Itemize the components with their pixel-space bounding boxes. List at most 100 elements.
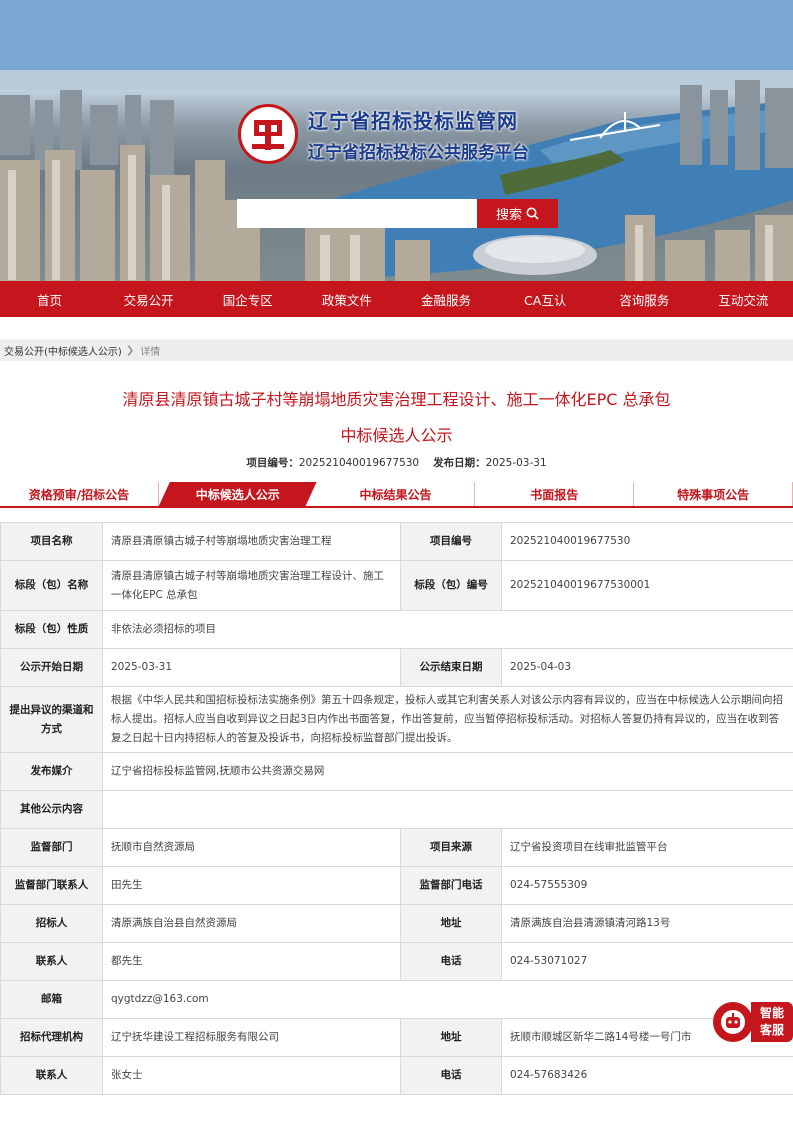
end-date-label: 公示结束日期 — [400, 648, 502, 687]
table-row: 标段（包）名称 清原县清原镇古城子村等崩塌地质灾害治理工程设计、施工一体化EPC… — [0, 560, 793, 611]
search-input[interactable] — [237, 199, 477, 228]
agency-phone: 024-57683426 — [501, 1056, 793, 1095]
agency-label: 招标代理机构 — [0, 1018, 103, 1057]
page-subtitle: 中标候选人公示 — [340, 426, 453, 445]
other-label: 其他公示内容 — [0, 790, 103, 829]
smart-service-line1: 智能 — [759, 1006, 784, 1020]
breadcrumb: 交易公开(中标候选人公示) ❯ 详情 — [0, 339, 793, 361]
phone-label: 电话 — [400, 942, 502, 981]
sup-phone: 024-57555309 — [501, 866, 793, 905]
emblem-icon — [238, 104, 298, 164]
table-row: 公示开始日期 2025-03-31 公示结束日期 2025-04-03 — [0, 648, 793, 687]
project-no: 202521040019677530 — [298, 457, 420, 469]
objection-label: 提出异议的渠道和方式 — [0, 686, 103, 753]
agency-phone-label: 电话 — [400, 1056, 502, 1095]
tab-special-notice[interactable]: 特殊事项公告 — [634, 482, 793, 506]
table-row: 监督部门联系人 田先生 监督部门电话 024-57555309 — [0, 866, 793, 905]
supervisor-label: 监督部门 — [0, 828, 103, 867]
nav-item-transactions[interactable]: 交易公开 — [99, 281, 198, 317]
header-banner: 辽宁省招标投标监管网 辽宁省招标投标公共服务平台 搜索 — [0, 0, 793, 281]
section-name-label: 标段（包）名称 — [0, 560, 103, 611]
nav-item-finance[interactable]: 金融服务 — [397, 281, 496, 317]
project-name-label: 项目名称 — [0, 522, 103, 561]
section-code: 202521040019677530001 — [501, 560, 793, 611]
other — [102, 790, 793, 829]
project-code-label: 项目编号 — [400, 522, 502, 561]
table-row: 联系人 都先生 电话 024-53071027 — [0, 942, 793, 981]
tenderer: 清原满族自治县自然资源局 — [102, 904, 401, 943]
site-logo[interactable]: 辽宁省招标投标监管网 辽宁省招标投标公共服务平台 — [238, 104, 529, 164]
chevron-right-icon: ❯ — [125, 344, 135, 356]
smart-service-button[interactable]: 智能 客服 — [713, 1000, 793, 1042]
table-row: 发布媒介 辽宁省招标投标监管网,抚顺市公共资源交易网 — [0, 752, 793, 791]
agency-contact-label: 联系人 — [0, 1056, 103, 1095]
notice-detail-table: 项目名称 清原县清原镇古城子村等崩塌地质灾害治理工程 项目编号 20252104… — [0, 522, 793, 1095]
pub-date: 2025-03-31 — [485, 457, 547, 469]
nav-item-ca[interactable]: CA互认 — [496, 281, 595, 317]
project-name: 清原县清原镇古城子村等崩塌地质灾害治理工程 — [102, 522, 401, 561]
agency: 辽宁抚华建设工程招标服务有限公司 — [102, 1018, 401, 1057]
section-name: 清原县清原镇古城子村等崩塌地质灾害治理工程设计、施工一体化EPC 总承包 — [102, 560, 401, 611]
tab-candidates[interactable]: 中标候选人公示 — [158, 482, 317, 506]
table-row: 项目名称 清原县清原镇古城子村等崩塌地质灾害治理工程 项目编号 20252104… — [0, 522, 793, 561]
sup-contact: 田先生 — [102, 866, 401, 905]
tenderer-label: 招标人 — [0, 904, 103, 943]
agency-address-label: 地址 — [400, 1018, 502, 1057]
agency-contact: 张女士 — [102, 1056, 401, 1095]
start-date-label: 公示开始日期 — [0, 648, 103, 687]
search-button-label: 搜索 — [495, 208, 522, 223]
phone: 024-53071027 — [501, 942, 793, 981]
nav-item-home[interactable]: 首页 — [0, 281, 99, 317]
tab-results[interactable]: 中标结果公告 — [316, 482, 476, 506]
site-subtitle: 辽宁省招标投标公共服务平台 — [308, 143, 529, 163]
site-title: 辽宁省招标投标监管网 — [308, 109, 518, 133]
project-no-label: 项目编号： — [246, 457, 299, 469]
supervisor: 抚顺市自然资源局 — [102, 828, 401, 867]
tab-written-report[interactable]: 书面报告 — [475, 482, 635, 506]
contact: 都先生 — [102, 942, 401, 981]
contact-label: 联系人 — [0, 942, 103, 981]
sup-phone-label: 监督部门电话 — [400, 866, 502, 905]
breadcrumb-current: 详情 — [140, 346, 161, 358]
table-row: 标段（包）性质 非依法必须招标的项目 — [0, 610, 793, 649]
table-row: 联系人 张女士 电话 024-57683426 — [0, 1056, 793, 1095]
nav-item-consulting[interactable]: 咨询服务 — [595, 281, 694, 317]
objection-text: 根据《中华人民共和国招标投标法实施条例》第五十四条规定，投标人或其它利害关系人对… — [102, 686, 793, 753]
notice-tabs: 资格预审/招标公告 中标候选人公示 中标结果公告 书面报告 特殊事项公告 — [0, 482, 793, 508]
robot-icon — [713, 1002, 753, 1042]
pub-date-label: 发布日期： — [433, 457, 486, 469]
table-row: 招标代理机构 辽宁抚华建设工程招标服务有限公司 地址 抚顺市顺城区新华二路14号… — [0, 1018, 793, 1057]
project-code: 202521040019677530 — [501, 522, 793, 561]
email-label: 邮箱 — [0, 980, 103, 1019]
breadcrumb-section[interactable]: 交易公开(中标候选人公示) — [4, 343, 122, 358]
table-row: 邮箱 qygtdzz@163.com — [0, 980, 793, 1019]
source-label: 项目来源 — [400, 828, 502, 867]
media-label: 发布媒介 — [0, 752, 103, 791]
section-nature: 非依法必须招标的项目 — [102, 610, 793, 649]
tab-prequalification[interactable]: 资格预审/招标公告 — [0, 482, 159, 506]
article-meta: 项目编号：202521040019677530 发布日期：2025-03-31 — [0, 455, 793, 470]
address-label: 地址 — [400, 904, 502, 943]
section-nature-label: 标段（包）性质 — [0, 610, 103, 649]
media: 辽宁省招标投标监管网,抚顺市公共资源交易网 — [102, 752, 793, 791]
address: 清原满族自治县清源镇清河路13号 — [501, 904, 793, 943]
table-row: 其他公示内容 — [0, 790, 793, 829]
main-nav: 首页 交易公开 国企专区 政策文件 金融服务 CA互认 咨询服务 互动交流 — [0, 281, 793, 317]
search-button[interactable]: 搜索 — [477, 199, 558, 228]
nav-item-interaction[interactable]: 互动交流 — [694, 281, 793, 317]
page-title: 清原县清原镇古城子村等崩塌地质灾害治理工程设计、施工一体化EPC 总承包 — [122, 390, 671, 409]
table-row: 招标人 清原满族自治县自然资源局 地址 清原满族自治县清源镇清河路13号 — [0, 904, 793, 943]
sup-contact-label: 监督部门联系人 — [0, 866, 103, 905]
email: qygtdzz@163.com — [102, 980, 793, 1019]
source: 辽宁省投资项目在线审批监管平台 — [501, 828, 793, 867]
smart-service-line2: 客服 — [759, 1023, 784, 1037]
table-row: 提出异议的渠道和方式 根据《中华人民共和国招标投标法实施条例》第五十四条规定，投… — [0, 686, 793, 753]
nav-item-policy[interactable]: 政策文件 — [297, 281, 396, 317]
end-date: 2025-04-03 — [501, 648, 793, 687]
table-row: 监督部门 抚顺市自然资源局 项目来源 辽宁省投资项目在线审批监管平台 — [0, 828, 793, 867]
smart-service-label: 智能 客服 — [751, 1002, 793, 1042]
search-icon — [526, 207, 539, 220]
start-date: 2025-03-31 — [102, 648, 401, 687]
section-code-label: 标段（包）编号 — [400, 560, 502, 611]
nav-item-soe-zone[interactable]: 国企专区 — [198, 281, 297, 317]
